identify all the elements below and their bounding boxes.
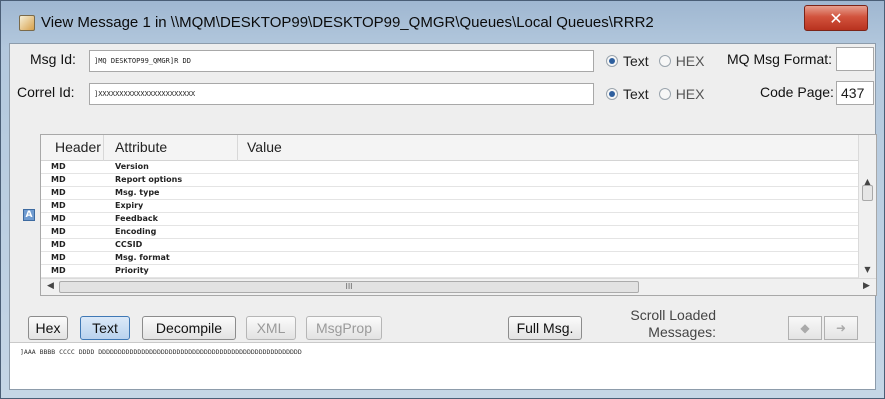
msgprop-button[interactable]: MsgProp bbox=[306, 316, 382, 340]
row-attribute-cell: Priority bbox=[115, 266, 149, 275]
column-header-header[interactable]: Header bbox=[55, 139, 101, 155]
msg-id-field[interactable]: ]MQ DESKTOP99_QMGR]R DD bbox=[89, 50, 594, 72]
row-header-cell: MD bbox=[51, 162, 66, 171]
mq-msg-format-field[interactable] bbox=[836, 47, 874, 71]
msg-id-text-radio[interactable] bbox=[606, 55, 618, 67]
message-data-area[interactable]: ]AAA BBBB CCCC DDDD DDDDDDDDDDDDDDDDDDDD… bbox=[10, 342, 875, 389]
row-header-cell: MD bbox=[51, 253, 66, 262]
msg-id-text-label: Text bbox=[623, 53, 649, 69]
scroll-down-arrow-icon[interactable]: ▼ bbox=[859, 265, 876, 274]
row-header-cell: MD bbox=[51, 240, 66, 249]
scroll-loaded-line2: Messages: bbox=[648, 324, 716, 340]
row-header-cell: MD bbox=[51, 188, 66, 197]
row-attribute-cell: Msg. format bbox=[115, 253, 170, 262]
side-marker-icon[interactable]: A bbox=[23, 209, 35, 221]
code-page-field[interactable]: 437 bbox=[836, 81, 874, 105]
text-button[interactable]: Text bbox=[80, 316, 130, 340]
vertical-scroll-thumb[interactable] bbox=[862, 185, 873, 201]
correl-id-field[interactable]: ]XXXXXXXXXXXXXXXXXXXXXXX bbox=[89, 83, 594, 105]
window-title: View Message 1 in \\MQM\DESKTOP99\DESKTO… bbox=[41, 14, 654, 31]
row-header-cell: MD bbox=[51, 201, 66, 210]
column-header-value[interactable]: Value bbox=[247, 139, 282, 155]
table-horizontal-scrollbar[interactable]: ◀ III ▶ bbox=[41, 278, 876, 295]
scroll-loaded-messages-label: Scroll Loaded Messages: bbox=[620, 307, 716, 341]
column-header-attribute[interactable]: Attribute bbox=[115, 139, 167, 155]
row-header-cell: MD bbox=[51, 214, 66, 223]
table-body: MD Version MD Report options MD Msg. type M… bbox=[41, 161, 859, 279]
horizontal-scroll-thumb[interactable]: III bbox=[59, 281, 639, 293]
close-icon: ✕ bbox=[829, 8, 843, 28]
correl-id-format-group: Text HEX bbox=[606, 86, 714, 102]
row-attribute-cell: Encoding bbox=[115, 227, 157, 236]
row-header-cell: MD bbox=[51, 175, 66, 184]
msg-id-hex-radio[interactable] bbox=[658, 55, 671, 67]
table-row[interactable]: MD Feedback bbox=[41, 213, 859, 226]
scroll-loaded-line1: Scroll Loaded bbox=[630, 307, 716, 323]
table-row[interactable]: MD Expiry bbox=[41, 200, 859, 213]
table-header-row: Header Attribute Value bbox=[41, 135, 859, 161]
correl-id-text-radio[interactable] bbox=[606, 88, 618, 100]
hex-button[interactable]: Hex bbox=[28, 316, 68, 340]
view-message-window: View Message 1 in \\MQM\DESKTOP99\DESKTO… bbox=[0, 0, 885, 399]
correl-id-hex-label: HEX bbox=[675, 86, 705, 102]
correl-id-label: Correl Id: bbox=[17, 84, 75, 100]
app-icon bbox=[19, 15, 35, 31]
mq-msg-format-label: MQ Msg Format: bbox=[727, 51, 833, 67]
msg-id-format-group: Text HEX bbox=[606, 53, 714, 69]
message-panel: Msg Id: ]MQ DESKTOP99_QMGR]R DD Text HEX… bbox=[9, 43, 877, 390]
table-row[interactable]: MD Version bbox=[41, 161, 859, 174]
msg-id-label: Msg Id: bbox=[30, 51, 76, 67]
table-row[interactable]: MD Priority bbox=[41, 265, 859, 278]
row-attribute-cell: Expiry bbox=[115, 201, 144, 210]
correl-id-hex-radio[interactable] bbox=[658, 88, 671, 100]
header-table: Header Attribute Value MD Version MD Repor… bbox=[40, 134, 877, 296]
column-divider[interactable] bbox=[103, 135, 104, 161]
table-row[interactable]: MD Msg. type bbox=[41, 187, 859, 200]
column-divider[interactable] bbox=[237, 135, 238, 161]
row-attribute-cell: Msg. type bbox=[115, 188, 160, 197]
previous-message-button[interactable]: ◆ bbox=[788, 316, 822, 340]
full-msg-button[interactable]: Full Msg. bbox=[508, 316, 582, 340]
row-attribute-cell: Version bbox=[115, 162, 149, 171]
xml-button[interactable]: XML bbox=[246, 316, 296, 340]
next-message-button[interactable]: ➜ bbox=[824, 316, 858, 340]
decompile-button[interactable]: Decompile bbox=[142, 316, 236, 340]
title-bar[interactable]: View Message 1 in \\MQM\DESKTOP99\DESKTO… bbox=[1, 1, 884, 43]
table-vertical-scrollbar[interactable]: ▲ ▼ bbox=[858, 135, 876, 279]
row-header-cell: MD bbox=[51, 227, 66, 236]
table-row[interactable]: MD Msg. format bbox=[41, 252, 859, 265]
row-attribute-cell: Feedback bbox=[115, 214, 158, 223]
row-header-cell: MD bbox=[51, 266, 66, 275]
scroll-left-arrow-icon[interactable]: ◀ bbox=[47, 281, 54, 291]
correl-id-text-label: Text bbox=[623, 86, 649, 102]
next-icon: ➜ bbox=[835, 321, 847, 335]
row-attribute-cell: CCSID bbox=[115, 240, 143, 249]
previous-icon: ◆ bbox=[800, 321, 810, 335]
msg-id-hex-label: HEX bbox=[675, 53, 705, 69]
row-attribute-cell: Report options bbox=[115, 175, 183, 184]
table-row[interactable]: MD Encoding bbox=[41, 226, 859, 239]
close-button[interactable]: ✕ bbox=[804, 5, 868, 31]
scroll-right-arrow-icon[interactable]: ▶ bbox=[863, 281, 870, 291]
table-row[interactable]: MD CCSID bbox=[41, 239, 859, 252]
code-page-label: Code Page: bbox=[760, 84, 834, 100]
table-row[interactable]: MD Report options bbox=[41, 174, 859, 187]
